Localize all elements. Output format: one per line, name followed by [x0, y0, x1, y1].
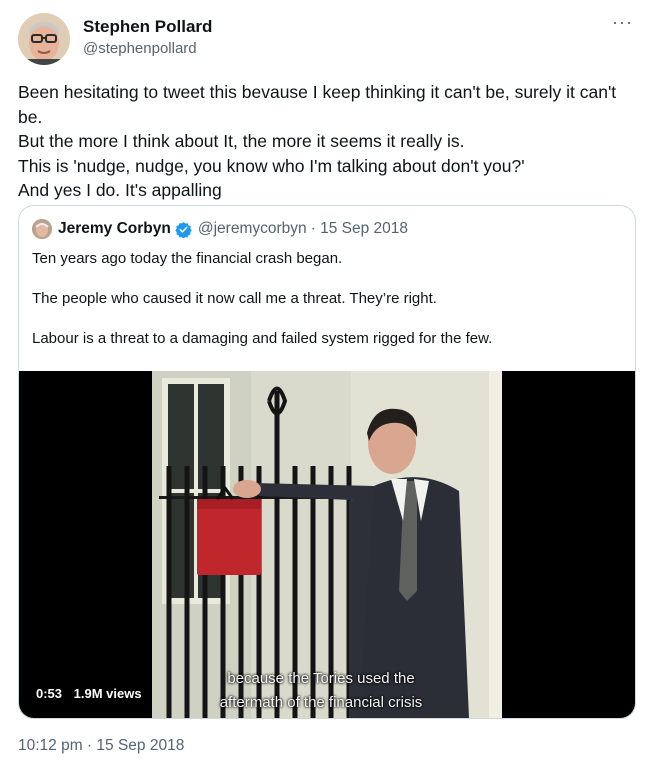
tweet-text: Been hesitating to tweet this bevause I … [18, 82, 617, 200]
tweet-timestamp[interactable]: 10:12 pm · 15 Sep 2018 [18, 737, 184, 755]
video-subtitle-line-2: aftermath of the financial crisis [219, 694, 423, 711]
quoted-tweet-text: Ten years ago today the financial crash … [32, 250, 493, 347]
video-duration: 0:53 [36, 686, 63, 701]
quoted-tweet-header: Jeremy Corbyn @jeremycorbyn · 15 Sep 201… [32, 218, 408, 240]
author-avatar[interactable] [18, 13, 70, 65]
verified-badge-icon [175, 221, 192, 238]
person-avatar-image [18, 13, 70, 65]
quoted-author-name[interactable]: Jeremy Corbyn [58, 220, 171, 238]
quoted-tweet-card[interactable]: Jeremy Corbyn @jeremycorbyn · 15 Sep 201… [18, 205, 636, 719]
video-frame-image [152, 371, 502, 718]
quoted-author-handle[interactable]: @jeremycorbyn [198, 220, 307, 238]
person-avatar-image [32, 219, 52, 239]
more-options-icon[interactable]: ··· [612, 12, 633, 33]
author-name[interactable]: Stephen Pollard [83, 17, 212, 37]
quoted-author-avatar[interactable] [32, 219, 52, 239]
video-player[interactable]: because the Tories used the aftermath of… [19, 371, 635, 718]
author-handle[interactable]: @stephenpollard [83, 40, 197, 57]
video-stats: 0:53 1.9M views [36, 686, 142, 701]
quoted-tweet-date[interactable]: · 15 Sep 2018 [311, 220, 408, 238]
video-subtitle-line-1: because the Tories used the [227, 670, 415, 687]
video-views: 1.9M views [73, 686, 142, 701]
